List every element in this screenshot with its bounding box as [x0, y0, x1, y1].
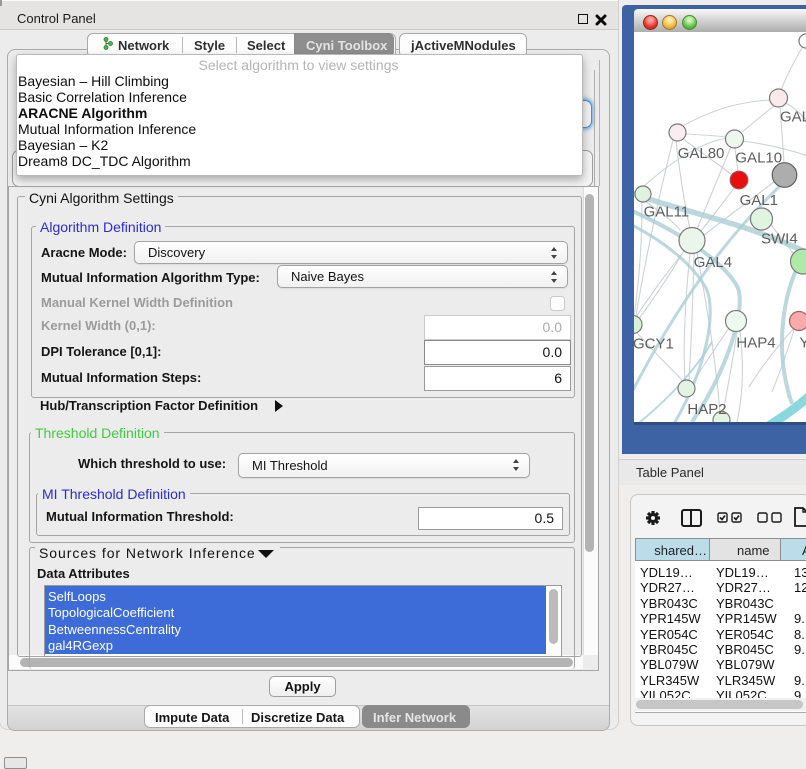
svg-text:SWI4: SWI4	[761, 231, 798, 248]
svg-text:GAL4: GAL4	[694, 254, 732, 271]
svg-text:GCY1: GCY1	[634, 336, 674, 353]
svg-text:Y: Y	[799, 335, 806, 352]
svg-text:GAL10: GAL10	[735, 150, 782, 167]
svg-text:GAL11: GAL11	[644, 204, 690, 221]
svg-text:HAP4: HAP4	[736, 335, 775, 352]
svg-text:GAL1: GAL1	[740, 192, 778, 209]
svg-text:HAP2: HAP2	[687, 401, 726, 418]
svg-text:GAL80: GAL80	[678, 145, 725, 162]
svg-text:GAL: GAL	[780, 109, 806, 126]
